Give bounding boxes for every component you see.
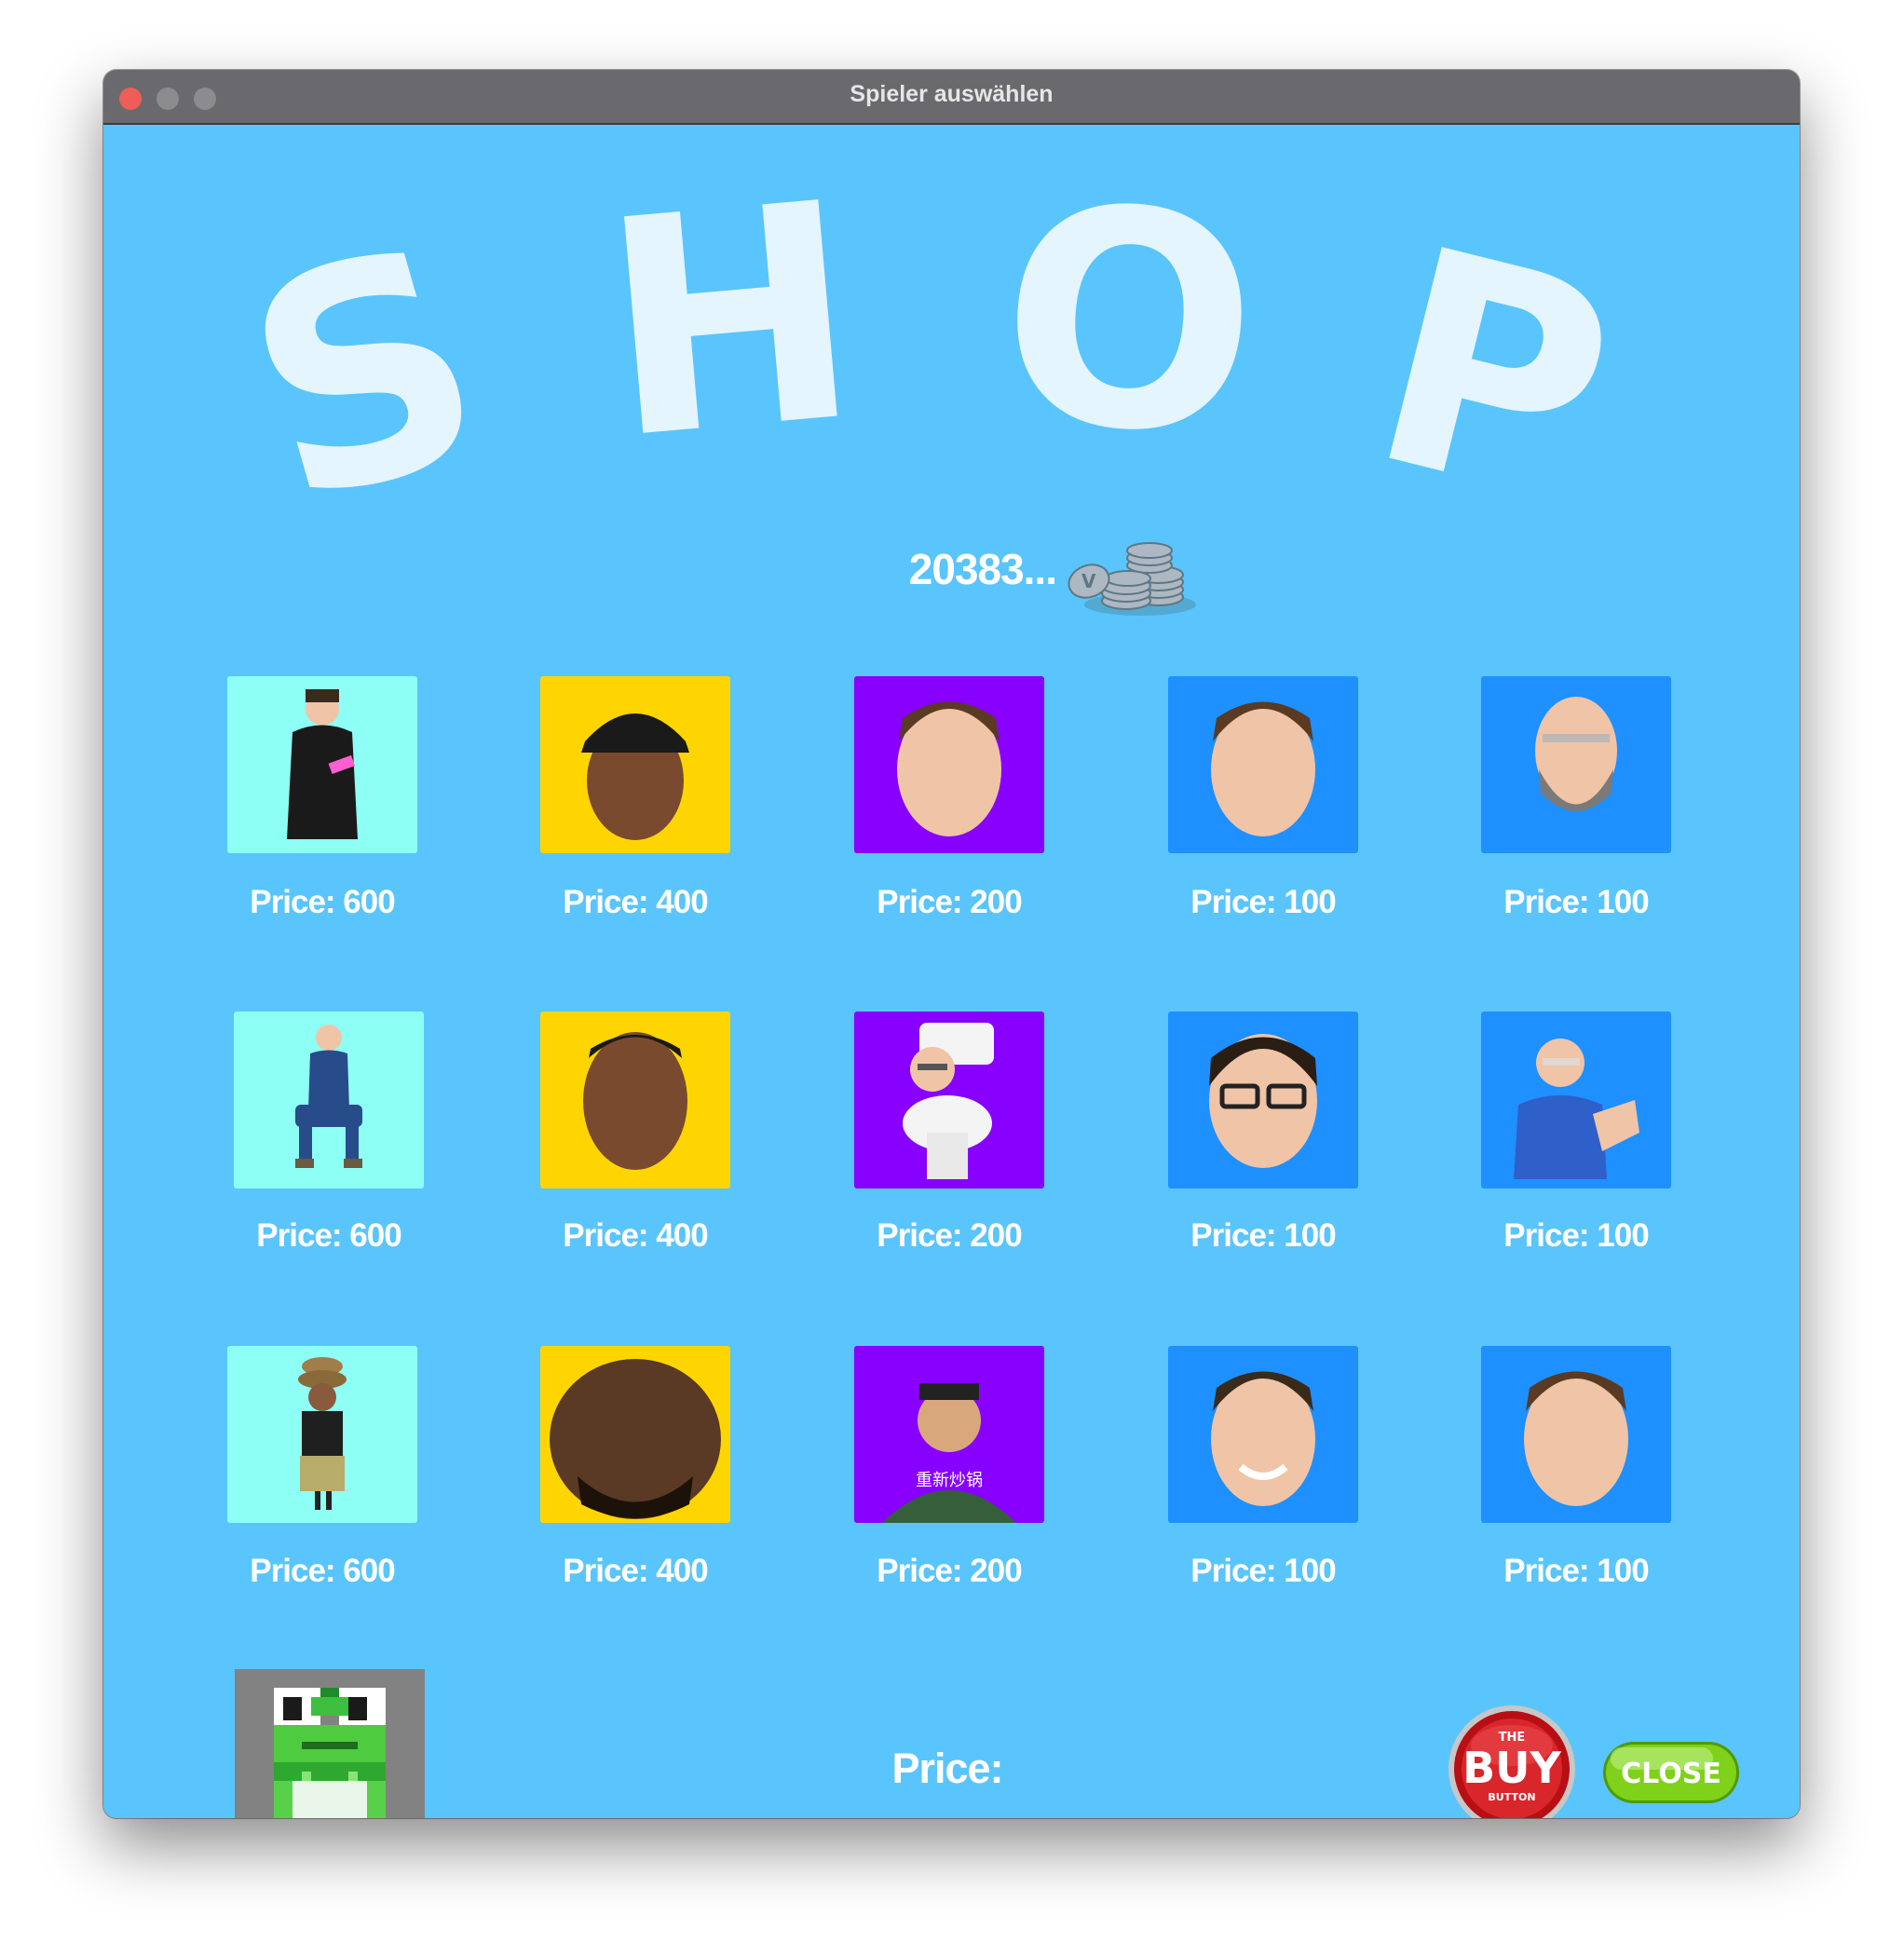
shop-title-letter-o: O	[990, 140, 1268, 505]
character-card[interactable]	[540, 1346, 730, 1523]
character-portrait-icon	[1211, 1371, 1315, 1506]
character-card[interactable]	[1168, 676, 1358, 853]
character-card[interactable]	[227, 676, 417, 853]
character-card[interactable]	[854, 1012, 1044, 1189]
selected-character	[235, 1669, 425, 1818]
character-price-label: Price: 400	[563, 1553, 708, 1589]
character-card[interactable]	[1168, 1346, 1358, 1523]
character-price-label: Price: 400	[563, 1217, 708, 1254]
character-price-label: Price: 100	[1503, 1217, 1649, 1254]
shop-title-letter-p: P	[1345, 183, 1642, 573]
character-card[interactable]	[234, 1012, 424, 1189]
close-button[interactable]: CLOSE	[1601, 1740, 1741, 1805]
character-portrait-icon	[295, 1025, 362, 1168]
portrait-caption: 重新炒锅	[916, 1471, 983, 1490]
shop-content: S H O P 20383... V Price: 600 Price: 400…	[103, 125, 1800, 1818]
character-portrait-icon	[550, 1359, 721, 1519]
buy-button-bottom-text: BUTTON	[1488, 1791, 1535, 1803]
character-portrait-icon	[1535, 697, 1617, 811]
character-portrait-icon	[1211, 701, 1315, 836]
character-portrait-icon: 重新炒锅	[882, 1383, 1016, 1523]
pixel-frog-icon	[274, 1688, 386, 1818]
character-portrait-icon	[903, 1023, 994, 1179]
character-portrait-icon	[1514, 1039, 1639, 1179]
character-price-label: Price: 200	[877, 1217, 1022, 1254]
character-price-label: Price: 200	[877, 884, 1022, 920]
character-card[interactable]: 重新炒锅	[854, 1346, 1044, 1523]
character-portrait-icon	[897, 701, 1001, 836]
character-card[interactable]	[1168, 1012, 1358, 1189]
character-price-label: Price: 400	[563, 884, 708, 920]
character-card[interactable]	[540, 676, 730, 853]
coin-stack-icon: V	[1061, 539, 1201, 628]
character-price-label: Price: 600	[250, 884, 395, 920]
character-card[interactable]	[854, 676, 1044, 853]
shop-window: Spieler auswählen S H O P 20383... V Pri…	[103, 70, 1800, 1818]
character-price-label: Price: 100	[1503, 1553, 1649, 1589]
character-price-label: Price: 100	[1190, 1553, 1336, 1589]
character-portrait-icon	[287, 689, 358, 839]
shop-title-letter-s: S	[214, 180, 517, 573]
character-portrait-icon	[1209, 1034, 1317, 1168]
character-card[interactable]	[227, 1346, 417, 1523]
character-portrait-icon	[581, 713, 689, 840]
svg-text:V: V	[1081, 570, 1096, 592]
character-price-label: Price: 100	[1190, 884, 1336, 920]
character-price-label: Price: 600	[256, 1217, 401, 1254]
selected-price-label: Price:	[891, 1745, 1003, 1792]
character-card[interactable]	[1481, 1012, 1671, 1189]
character-price-label: Price: 100	[1503, 884, 1649, 920]
character-price-label: Price: 100	[1190, 1217, 1336, 1254]
character-card[interactable]	[1481, 676, 1671, 853]
shop-title-letter-h: H	[592, 139, 871, 506]
buy-button-label: BUY	[1462, 1743, 1561, 1793]
window-title: Spieler auswählen	[850, 81, 1054, 107]
character-price-label: Price: 600	[250, 1553, 395, 1589]
character-card[interactable]	[540, 1012, 730, 1189]
character-price-label: Price: 200	[877, 1553, 1022, 1589]
buy-button[interactable]: THE BUY BUTTON	[1447, 1704, 1577, 1818]
character-portrait-icon	[583, 1032, 687, 1170]
character-portrait-icon	[1524, 1371, 1628, 1506]
coin-balance: 20383...	[908, 545, 1057, 593]
close-button-label: CLOSE	[1621, 1758, 1721, 1790]
character-portrait-icon	[298, 1357, 347, 1510]
character-card[interactable]	[1481, 1346, 1671, 1523]
title-bar: Spieler auswählen	[103, 70, 1800, 125]
